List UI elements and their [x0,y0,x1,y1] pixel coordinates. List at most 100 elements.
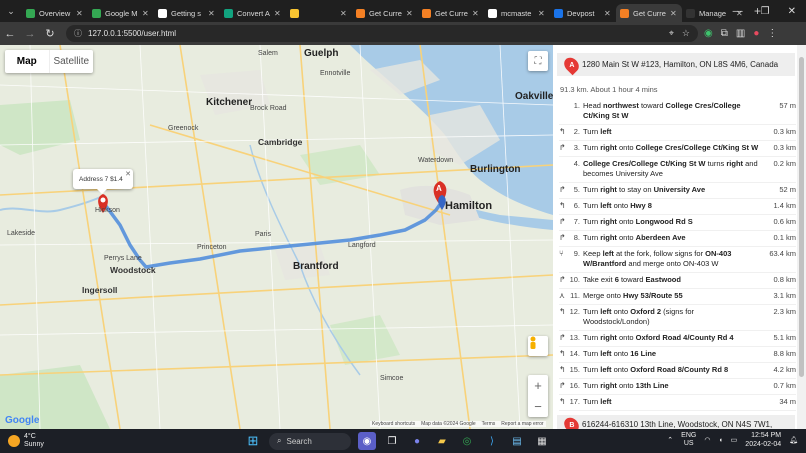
pegman-icon[interactable] [528,336,548,356]
tab-search-icon[interactable]: ⌄ [0,0,22,22]
tab-close-icon[interactable]: ✕ [208,9,216,18]
tab-favicon-icon [488,8,497,18]
direction-step[interactable]: ↰ 14. Turn left onto 16 Line 8.8 km [559,347,796,363]
keyboard-shortcuts-link[interactable]: Keyboard shortcuts [372,421,415,427]
direction-step[interactable]: ↱ 8. Turn right onto Aberdeen Ave 0.1 km [559,231,796,247]
zoom-control: + − [528,375,548,417]
tab-favicon-icon [554,8,563,18]
direction-step[interactable]: ↱ 3. Turn right onto College Cres/College … [559,141,796,157]
side-panel-icon[interactable]: ▥ [736,28,745,39]
volume-icon[interactable]: ◖ [718,437,722,444]
location-icon[interactable]: ⌖ [669,28,674,39]
tab-close-icon[interactable]: ✕ [406,9,414,18]
map-label-waterdown: Waterdown [418,157,454,164]
sun-icon [8,435,20,447]
browser-tab[interactable]: mcmaste ✕ [484,4,550,22]
restore-icon[interactable]: ❐ [761,6,770,17]
panel-scrollbar[interactable] [797,45,806,429]
direction-step[interactable]: ↱ 13. Turn right onto Oxford Road 4/County… [559,331,796,347]
tab-close-icon[interactable]: ✕ [274,9,282,18]
vscode-icon[interactable]: ⟩ [483,432,501,450]
step-instruction: Turn right onto Oxford Road 4/County Rd … [583,333,734,342]
tab-close-icon[interactable]: ✕ [76,9,84,18]
direction-step[interactable]: 4. College Cres/College Ct/King St W turn… [559,157,796,183]
report-error-link[interactable]: Report a map error [501,421,543,427]
task-view-icon[interactable]: ❐ [383,432,401,450]
clock[interactable]: 12:54 PM 2024-02-04 [745,431,781,449]
map-type-map-button[interactable]: Map [5,50,49,73]
step-distance: 34 m [779,397,796,406]
direction-step[interactable]: ↰ 15. Turn left onto Oxford Road 8/County … [559,363,796,379]
tab-favicon-icon [620,8,629,18]
direction-step[interactable]: ↰ 6. Turn left onto Hwy 8 1.4 km [559,199,796,215]
tab-close-icon[interactable]: ✕ [670,9,678,18]
address-bar[interactable]: ⓘ 127.0.0.1:5500/user.html ⌖ ☆ [66,25,698,42]
browser-tab[interactable]: Get Curre ✕ [352,4,418,22]
tab-close-icon[interactable]: ✕ [538,9,546,18]
tray-chevron-icon[interactable]: ⌃ [667,436,673,444]
reload-icon[interactable]: ↻ [40,24,60,44]
profile-avatar[interactable]: ● [753,28,759,39]
direction-step[interactable]: ↰ 12. Turn left onto Oxford 2 (signs for W… [559,305,796,331]
browser-tab[interactable]: Get Curre ✕ [616,4,682,22]
fullscreen-icon[interactable]: ⛶ [528,51,548,71]
direction-step[interactable]: ↱ 16. Turn right onto 13th Line 0.7 km [559,379,796,395]
windows-start-icon[interactable]: ⊞ [244,432,262,450]
browser-tab[interactable]: Convert A ✕ [220,4,286,22]
direction-step[interactable]: 1. Head northwest toward College Cres/Col… [559,99,796,125]
start-marker-icon: A [561,54,582,76]
step-instruction: Head northwest toward College Cres/Colle… [583,101,741,120]
site-info-icon[interactable]: ⓘ [74,28,82,39]
map-canvas[interactable]: A Guelph Kitchener Oakville Burlington H… [0,45,553,429]
browser-tab[interactable]: ✕ [286,4,352,22]
extension-icon[interactable]: ◉ [704,28,713,39]
forward-icon[interactable]: → [20,24,40,44]
step-instruction: Turn right onto College Cres/College Ct/… [583,143,759,152]
maneuver-icon: ↱ [559,333,566,342]
back-icon[interactable]: ← [0,24,20,44]
browser-tab[interactable]: Getting s ✕ [154,4,220,22]
map-label-lakeside: Lakeside [7,230,36,237]
close-window-icon[interactable]: ✕ [788,6,796,17]
tab-close-icon[interactable]: ✕ [472,9,480,18]
direction-step[interactable]: ↱ 5. Turn right to stay on University Ave 5… [559,183,796,199]
taskbar-search[interactable]: ⌕ Search [269,432,351,450]
browser-tab[interactable]: Get Curre ✕ [418,4,484,22]
tab-close-icon[interactable]: ✕ [142,9,150,18]
weather-widget[interactable]: 4°C Sunny [0,433,44,449]
map-type-satellite-button[interactable]: Satellite [48,50,94,73]
tab-close-icon[interactable]: ✕ [604,9,612,18]
direction-step[interactable]: ↰ 2. Turn left 0.3 km [559,125,796,141]
taskbar: 4°C Sunny ⊞ ⌕ Search ◉ ❐ ● ▰ ◎ ⟩ ▤ ▦ ⌃ E… [0,429,806,453]
terms-link[interactable]: Terms [482,421,496,427]
browser-tab[interactable]: Devpost ✕ [550,4,616,22]
step-number: 15. [569,365,580,374]
browser-tab[interactable]: Overview ✕ [22,4,88,22]
notification-icon[interactable]: 🔔︎ [789,436,798,444]
zoom-out-icon[interactable]: − [534,399,542,414]
start-address-row[interactable]: A 1280 Main St W #123, Hamilton, ON L8S … [557,53,795,76]
direction-step[interactable]: ↱ 10. Take exit 6 toward Eastwood 0.8 km [559,273,796,289]
bookmark-star-icon[interactable]: ☆ [682,28,690,39]
wifi-icon[interactable]: ◠ [704,436,710,444]
menu-icon[interactable]: ⋮ [767,28,777,39]
end-address-row[interactable]: B 616244-616310 13th Line, Woodstock, ON… [557,414,795,429]
chrome-icon[interactable]: ◎ [458,432,476,450]
tab-close-icon[interactable]: ✕ [340,9,348,18]
direction-step[interactable]: ⑂ 9. Keep left at the fork, follow signs f… [559,247,796,273]
zoom-in-icon[interactable]: + [534,378,542,393]
language-indicator[interactable]: ENG US [681,432,696,448]
teams-icon[interactable]: ◉ [358,432,376,450]
puzzle-icon[interactable]: ⧉ [721,28,728,39]
battery-icon[interactable]: ▭ [731,436,738,444]
info-window-close-icon[interactable]: ✕ [125,170,131,178]
chat-icon[interactable]: ● [408,432,426,450]
minimize-icon[interactable]: — [733,6,743,17]
notepad-icon[interactable]: ▤ [508,432,526,450]
direction-step[interactable]: ⋏ 11. Merge onto Hwy 53/Route 55 3.1 km [559,289,796,305]
browser-tab[interactable]: Google M ✕ [88,4,154,22]
direction-step[interactable]: ↱ 7. Turn right onto Longwood Rd S 0.6 km [559,215,796,231]
file-explorer-icon[interactable]: ▰ [433,432,451,450]
store-icon[interactable]: ▦ [533,432,551,450]
direction-step[interactable]: ↰ 17. Turn left 34 m [559,395,796,411]
